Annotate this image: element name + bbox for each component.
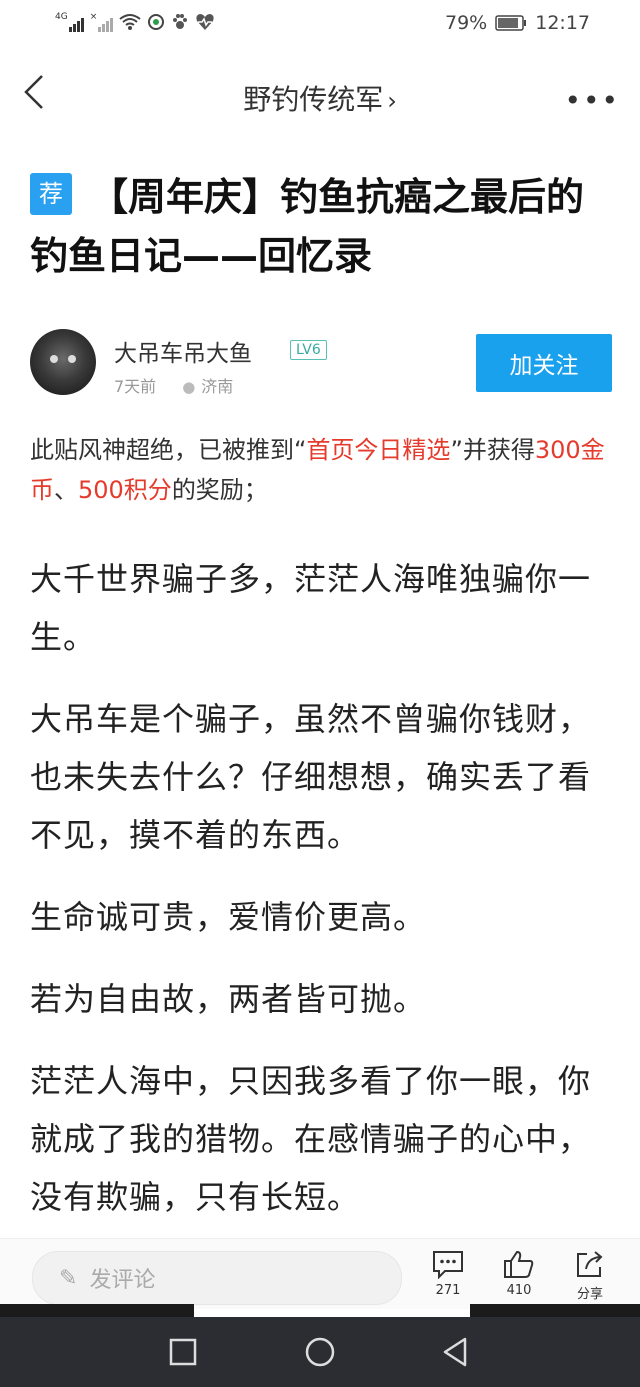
notice-separator: 、 xyxy=(54,476,78,504)
author-name[interactable]: 大吊车吊大鱼 xyxy=(114,334,252,368)
post-meta: 7天前 ● 济南 xyxy=(114,373,233,397)
system-nav-bar xyxy=(0,1317,640,1387)
post-time: 7天前 xyxy=(114,377,157,396)
status-bar: 4G × 79% 12:17 xyxy=(0,0,640,50)
comments-count: 271 xyxy=(435,1283,461,1298)
notice-highlight-featured[interactable]: 首页今日精选 xyxy=(306,436,450,464)
notice-text-3: 的奖励； xyxy=(171,476,268,504)
avatar[interactable] xyxy=(30,329,96,395)
post-location: ● 济南 xyxy=(182,373,233,397)
body-paragraph: 生命诚可贵，爱情价更高。 xyxy=(30,898,427,936)
pencil-icon: ✎ xyxy=(59,1265,78,1291)
wifi-icon xyxy=(119,14,141,30)
location-pin-icon: ● xyxy=(182,378,196,396)
comment-input[interactable]: ✎ 发评论 xyxy=(32,1251,402,1305)
post-title-text: 【周年庆】钓鱼抗癌之最后的钓鱼日记——回忆录 xyxy=(30,175,585,278)
notice-highlight-points: 500积分 xyxy=(78,476,172,504)
more-options-button[interactable]: ••• xyxy=(564,84,620,117)
clock: 12:17 xyxy=(535,12,590,34)
divider-right xyxy=(470,1304,640,1318)
notice-text-1: 此贴风神超绝，已被推到 xyxy=(30,436,294,464)
like-button[interactable]: 410 xyxy=(489,1249,549,1298)
battery-percent: 79% xyxy=(445,12,488,34)
notice-text-2: 并获得 xyxy=(462,436,535,464)
signal-sim2-icon: × xyxy=(90,12,114,32)
heart-rate-icon xyxy=(196,14,214,30)
signal-4g-icon: 4G xyxy=(55,12,84,32)
level-badge: LV6 xyxy=(290,340,327,360)
bottom-action-bar: ✎ 发评论 271 410 分享 xyxy=(0,1238,640,1309)
more-icon: ••• xyxy=(564,84,620,117)
recommended-badge: 荐 xyxy=(30,172,72,215)
top-nav-bar: 野钓传统军 › ••• xyxy=(0,60,640,134)
featured-notice: 此贴风神超绝，已被推到“首页今日精选”并获得300金币、500积分的奖励； xyxy=(30,430,620,510)
body-paragraph: 茫茫人海中，只因我多看了你一眼，你就成了我的猎物。在感情骗子的心中，没有欺骗，只… xyxy=(30,1062,592,1216)
comments-button[interactable]: 271 xyxy=(418,1249,478,1298)
post-body: 大千世界骗子多，茫茫人海唯独骗你一生。 大吊车是个骗子，虽然不曾骗你钱财，也未失… xyxy=(30,550,620,1238)
post-title: 荐【周年庆】钓鱼抗癌之最后的钓鱼日记——回忆录 xyxy=(30,168,620,286)
network-type: 4G xyxy=(55,12,68,22)
likes-count: 410 xyxy=(506,1283,532,1298)
comment-placeholder: 发评论 xyxy=(89,1268,156,1293)
chevron-right-icon: › xyxy=(387,87,397,115)
notice-quote-close: ” xyxy=(450,436,463,464)
follow-button[interactable]: 加关注 xyxy=(476,334,612,392)
divider-left xyxy=(0,1304,194,1318)
app-notification-icon xyxy=(148,14,165,30)
share-button[interactable]: 分享 xyxy=(560,1249,620,1302)
share-icon xyxy=(577,1251,603,1277)
forum-title-link[interactable]: 野钓传统军 › xyxy=(0,78,640,118)
comment-bubble-icon xyxy=(433,1251,463,1279)
back-nav-button[interactable] xyxy=(440,1335,470,1369)
location-text: 济南 xyxy=(201,377,234,396)
body-paragraph: 若为自由故，两者皆可抛。 xyxy=(30,980,427,1018)
body-paragraph: 大吊车是个骗子，虽然不曾骗你钱财，也未失去什么？仔细想想，确实丢了看不见，摸不着… xyxy=(30,700,592,854)
notice-quote-open: “ xyxy=(294,436,307,464)
body-paragraph: 大千世界骗子多，茫茫人海唯独骗你一生。 xyxy=(30,560,592,656)
recent-apps-button[interactable] xyxy=(168,1335,198,1367)
thumbs-up-icon xyxy=(504,1250,534,1278)
home-button[interactable] xyxy=(303,1335,337,1369)
author-row: 大吊车吊大鱼 LV6 7天前 ● 济南 加关注 xyxy=(30,326,612,400)
paw-icon xyxy=(173,14,188,29)
share-label: 分享 xyxy=(576,1287,603,1302)
battery-icon xyxy=(495,15,527,31)
forum-name: 野钓传统军 xyxy=(243,83,384,116)
